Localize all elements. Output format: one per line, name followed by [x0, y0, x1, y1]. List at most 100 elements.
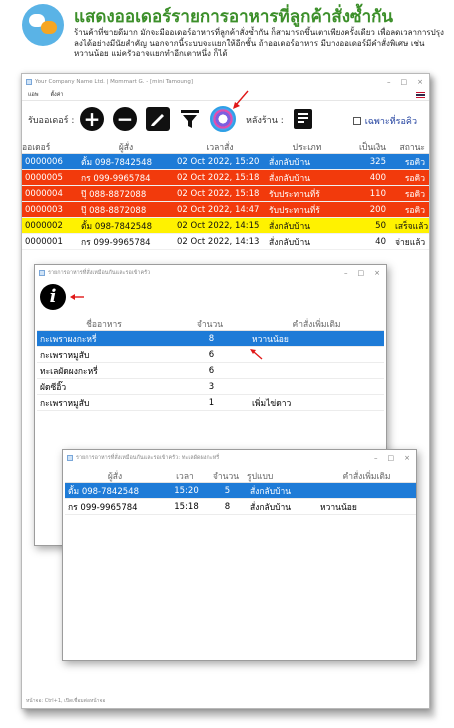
table-row[interactable]: 0000002 ตั้ม 098-7842548 02 Oct 2022, 14:1…: [22, 218, 429, 234]
col-qty[interactable]: จำนวน: [205, 469, 247, 483]
item-detail-table: ผู้สั่ง เวลา จำนวน รูปแบบ คำสั่งเพิ่มเติ…: [65, 469, 416, 515]
filter-button[interactable]: [176, 105, 204, 133]
page-description: ร้านค้าที่ขายดีมาก มักจะมีออเดอร์อาหารที…: [74, 28, 444, 58]
kitchen-button[interactable]: [289, 105, 317, 133]
status: รอคิว: [404, 173, 425, 184]
close-button[interactable]: ×: [417, 78, 423, 86]
col-status[interactable]: สถานะ: [392, 140, 429, 154]
customer: กร 099-9965784: [68, 502, 138, 513]
info-icon[interactable]: i: [40, 284, 66, 310]
quantity: 6: [208, 349, 215, 360]
table-row[interactable]: กะเพราหมูสับ 1 เพิ่มไข่ดาว: [37, 395, 384, 411]
order-time: 02 Oct 2022, 14:13: [177, 236, 260, 247]
add-order-button[interactable]: +: [78, 105, 106, 133]
order-time: 02 Oct 2022, 15:18: [177, 188, 260, 199]
order-number: 0000003: [25, 204, 63, 215]
table-header: ออเดอร์ ผู้สั่ง เวลาสั่ง ประเภท เป็นเงิน…: [22, 140, 429, 154]
app-icon: [39, 270, 45, 276]
amount: 110: [369, 188, 386, 199]
table-header: ผู้สั่ง เวลา จำนวน รูปแบบ คำสั่งเพิ่มเติ…: [65, 469, 416, 483]
edit-order-button[interactable]: [144, 105, 172, 133]
kitchen-label: หลังร้าน :: [246, 116, 284, 126]
quantity: 5: [224, 485, 231, 496]
order-number: 0000004: [25, 188, 63, 199]
table-row[interactable]: กะเพราผงกะหรี่ 8 หวานน้อย: [37, 331, 384, 347]
orders-label: รับออเดอร์ :: [28, 116, 75, 126]
order-time: 02 Oct 2022, 14:15: [177, 220, 260, 231]
note: เพิ่มไข่ดาว: [252, 398, 292, 409]
table-row[interactable]: 0000003 ปุ๊ 088-8872088 02 Oct 2022, 14:47…: [22, 202, 429, 218]
remove-order-button[interactable]: −: [111, 105, 139, 133]
note: หวานน้อย: [320, 502, 357, 513]
time: 15:20: [174, 485, 199, 496]
window-title: Your Company Name Ltd. | Mommart G. - [m…: [35, 78, 193, 85]
customer: ปุ๊ 088-8872088: [81, 189, 147, 200]
order-number: 0000006: [25, 156, 63, 167]
order-type: สั่งกลับบ้าน: [269, 157, 311, 168]
amount: 400: [369, 172, 386, 183]
table-row[interactable]: กะเพราหมูสับ 6: [37, 347, 384, 363]
order-number: 0000001: [25, 236, 63, 247]
receipt-icon: [294, 109, 312, 129]
col-note[interactable]: คำสั่งเพิ่มเติม: [249, 317, 384, 331]
thai-flag-icon[interactable]: [416, 91, 425, 98]
customer: ตั้ม 098-7842548: [81, 157, 152, 168]
status: รอคิว: [404, 157, 425, 168]
close-button[interactable]: ×: [374, 269, 380, 277]
col-type[interactable]: รูปแบบ: [247, 469, 317, 483]
toolbar: รับออเดอร์ : + − หลังร้าน : เฉพาะที่รอคิ…: [22, 102, 429, 138]
table-row[interactable]: 0000001 กร 099-9965784 02 Oct 2022, 14:13 ส…: [22, 234, 429, 250]
col-note[interactable]: คำสั่งเพิ่มเติม: [317, 469, 416, 483]
quantity: 1: [208, 397, 215, 408]
col-order[interactable]: ออเดอร์: [22, 140, 78, 154]
title-bar: รายการอาหารที่สั่งเหมือนกันและรอเข้าครัว…: [63, 450, 416, 466]
minimize-button[interactable]: –: [344, 269, 348, 277]
note: หวานน้อย: [252, 334, 289, 345]
order-number: 0000005: [25, 172, 63, 183]
table-row[interactable]: 0000006 ตั้ม 098-7842548 02 Oct 2022, 15:2…: [22, 154, 429, 170]
table-row[interactable]: ทะเลผัดผงกะหรี่ 6: [37, 363, 384, 379]
col-customer[interactable]: ผู้สั่ง: [78, 140, 174, 154]
col-food[interactable]: ชื่ออาหาร: [37, 317, 171, 331]
minimize-button[interactable]: –: [374, 454, 378, 462]
maximize-button[interactable]: □: [401, 78, 408, 86]
maximize-button[interactable]: □: [388, 454, 395, 462]
order-number: 0000002: [25, 220, 63, 231]
waiting-only-checkbox[interactable]: เฉพาะที่รอคิว: [352, 114, 417, 128]
col-time[interactable]: เวลา: [165, 469, 205, 483]
col-amount[interactable]: เป็นเงิน: [348, 140, 392, 154]
order-type: รับประทานที่ร้: [269, 205, 320, 216]
table-row[interactable]: ผัดซีอิ๊ว 3: [37, 379, 384, 395]
item-detail-window: รายการอาหารที่สั่งเหมือนกันและรอเข้าครัว…: [62, 449, 417, 661]
order-type: สั่งกลับบ้าน: [269, 173, 311, 184]
order-time: 02 Oct 2022, 15:18: [177, 172, 260, 183]
plus-icon: +: [80, 107, 104, 131]
amount: 50: [375, 220, 386, 231]
maximize-button[interactable]: □: [358, 269, 365, 277]
col-qty[interactable]: จำนวน: [171, 317, 249, 331]
status: รอคิว: [404, 189, 425, 200]
quantity: 8: [208, 333, 215, 344]
customer: กร 099-9965784: [81, 237, 151, 248]
order-type: รับประทานที่ร้: [269, 189, 320, 200]
table-row[interactable]: 0000005 กร 099-9965784 02 Oct 2022, 15:18 ส…: [22, 170, 429, 186]
food-name: ทะเลผัดผงกะหรี่: [40, 366, 98, 377]
table-row[interactable]: กร 099-9965784 15:18 8 สั่งกลับบ้าน หวานน้อย: [65, 499, 416, 515]
menu-app[interactable]: แอพ: [28, 91, 38, 99]
window-title: รายการอาหารที่สั่งเหมือนกันและรอเข้าครัว…: [76, 455, 220, 461]
close-button[interactable]: ×: [404, 454, 410, 462]
menu-settings[interactable]: ตั้งค่า: [50, 91, 63, 99]
table-row[interactable]: ตั้ม 098-7842548 15:20 5 สั่งกลับบ้าน: [65, 483, 416, 499]
title-bar: รายการอาหารที่สั่งเหมือนกันและรอเข้าครัว…: [35, 265, 386, 281]
table-row[interactable]: 0000004 ปุ๊ 088-8872088 02 Oct 2022, 15:18…: [22, 186, 429, 202]
amount: 325: [369, 156, 386, 167]
order-type: สั่งกลับบ้าน: [269, 221, 311, 232]
title-bar: Your Company Name Ltd. | Mommart G. - [m…: [22, 74, 429, 89]
minimize-button[interactable]: –: [387, 78, 391, 86]
col-customer[interactable]: ผู้สั่ง: [65, 469, 165, 483]
col-type[interactable]: ประเภท: [266, 140, 348, 154]
app-icon: [26, 78, 32, 85]
status: เสร็จแล้ว: [395, 221, 429, 232]
col-time[interactable]: เวลาสั่ง: [174, 140, 266, 154]
annotation-arrow: [233, 90, 249, 109]
